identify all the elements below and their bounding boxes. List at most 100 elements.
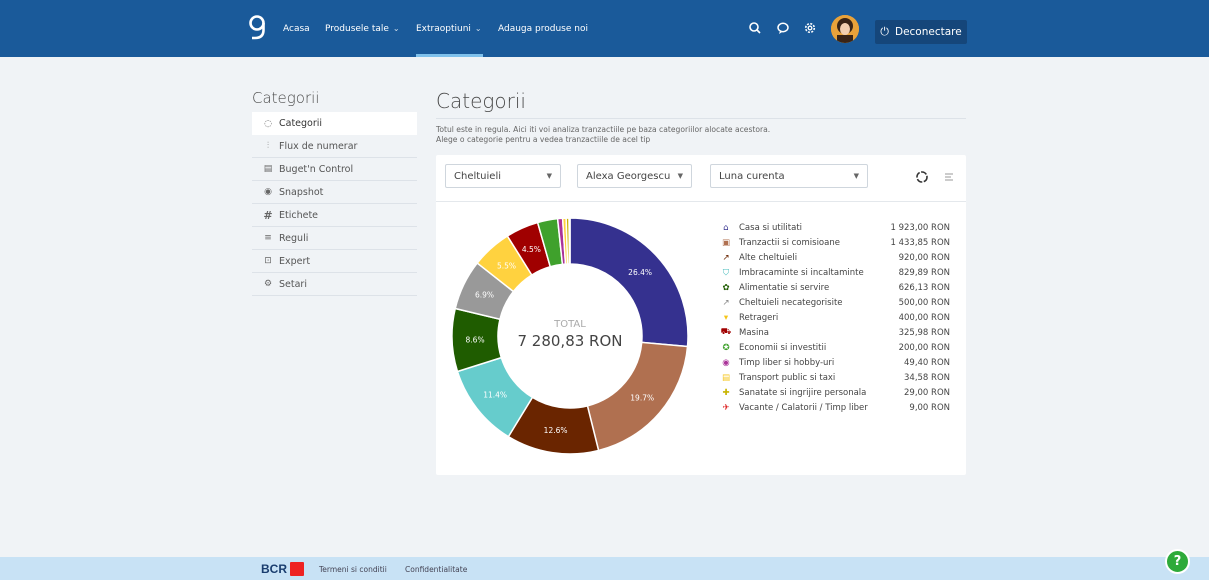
categories-donut-chart[interactable]: 26.4% 19.7% 12.6% 11.4% 8.6% 6.9% 5.5% 4.5% TOT… (450, 216, 690, 456)
list-icon: ≡ (264, 233, 272, 243)
description-line-2: Alege o categorie pentru a vedea tranzac… (436, 135, 651, 144)
donut-slice-label: 26.4% (628, 268, 652, 277)
legend-row[interactable]: ◉ Timp liber si hobby-uri 49,40 RON (720, 355, 950, 370)
donut-slice-12[interactable] (568, 217, 571, 265)
sidebar-item-categories[interactable]: ◌ Categorii (252, 112, 417, 135)
nav-home[interactable]: Acasa (283, 0, 310, 57)
expert-icon: ⊡ (264, 256, 272, 266)
footer: BCR Termeni si conditii Confidentialitat… (0, 557, 1209, 580)
description-line-1: Totul este in regula. Aici iti voi anali… (436, 125, 771, 134)
budget-icon: ▤ (263, 164, 273, 174)
legend-row[interactable]: ⛟ Masina 325,98 RON (720, 325, 950, 340)
sidebar-item-label: Setari (279, 278, 307, 290)
bcr-logo: BCR (261, 562, 304, 576)
legend-category-amount: 500,00 RON (898, 297, 950, 308)
health-icon: ✚ (722, 387, 730, 398)
legend-category-name: Cheltuieli necategorisite (739, 297, 843, 308)
legend-row[interactable]: ▣ Tranzactii si comisioane 1 433,85 RON (720, 235, 950, 250)
legend-category-amount: 829,89 RON (898, 267, 950, 278)
hashtag-icon: # (263, 208, 273, 222)
legend-category-name: Alte cheltuieli (739, 252, 798, 263)
sidebar-item-settings[interactable]: ⚙ Setari (252, 273, 417, 296)
bar-chart-icon: ⫶ (266, 141, 270, 151)
bus-icon: ▤ (721, 372, 731, 383)
top-navigation-bar: Acasa Produsele tale ⌄ Extraoptiuni ⌄ Adau… (0, 0, 1209, 57)
legend-category-amount: 626,13 RON (898, 282, 950, 293)
person-select[interactable]: Alexa Georgescu ▼ (577, 164, 692, 188)
list-view-icon[interactable] (942, 170, 956, 184)
legend-category-name: Transport public si taxi (739, 372, 836, 383)
legend-category-name: Sanatate si ingrijire personala (739, 387, 867, 398)
sidebar-item-tags[interactable]: # Etichete (252, 204, 417, 227)
sidebar-item-label: Etichete (279, 209, 319, 221)
legend-row[interactable]: ↗ Alte cheltuieli 920,00 RON (720, 250, 950, 265)
legend-category-name: Alimentatie si servire (739, 282, 830, 293)
sidebar-item-cashflow[interactable]: ⫶ Flux de numerar (252, 135, 417, 158)
legend-row[interactable]: ↗ Cheltuieli necategorisite 500,00 RON (720, 295, 950, 310)
savings-icon: ✪ (722, 342, 730, 353)
shirt-icon: ⛉ (722, 267, 730, 278)
sidebar-item-rules[interactable]: ≡ Reguli (252, 227, 417, 250)
nav-products[interactable]: Produsele tale ⌄ (325, 0, 400, 57)
legend-category-name: Economii si investitii (739, 342, 827, 353)
settings-gear-icon[interactable] (802, 20, 818, 36)
legend-row[interactable]: ▾ Retrageri 400,00 RON (720, 310, 950, 325)
title-divider (436, 118, 966, 119)
vacation-icon: ✈ (722, 402, 730, 413)
terms-link[interactable]: Termeni si conditii (319, 565, 387, 574)
legend-category-name: Casa si utilitati (739, 222, 803, 233)
chevron-down-icon: ⌄ (392, 24, 400, 33)
car-icon: ⛟ (720, 327, 732, 337)
help-button[interactable]: ? (1165, 549, 1190, 574)
search-icon[interactable] (747, 20, 763, 36)
legend-category-name: Retrageri (739, 312, 779, 323)
period-select[interactable]: Luna curenta ▼ (710, 164, 868, 188)
sidebar-menu: ◌ Categorii ⫶ Flux de numerar ▤ Buget'n Con… (252, 112, 417, 296)
eye-icon: ◉ (264, 187, 272, 197)
legend-row[interactable]: ▤ Transport public si taxi 34,58 RON (720, 370, 950, 385)
legend-category-amount: 200,00 RON (898, 342, 950, 353)
legend-category-amount: 920,00 RON (898, 252, 950, 263)
donut-view-icon[interactable] (915, 170, 929, 184)
legend-category-amount: 49,40 RON (904, 357, 950, 368)
donut-slice-0[interactable] (569, 217, 689, 348)
legend-row[interactable]: ✪ Economii si investitii 200,00 RON (720, 340, 950, 355)
hobby-icon: ◉ (722, 357, 730, 368)
type-select[interactable]: Cheltuieli ▼ (445, 164, 561, 188)
legend-row[interactable]: ⌂ Casa si utilitati 1 923,00 RON (720, 220, 950, 235)
legend-category-name: Vacante / Calatorii / Timp liber (739, 402, 868, 413)
legend-category-amount: 400,00 RON (898, 312, 950, 323)
legend-category-amount: 1 923,00 RON (890, 222, 950, 233)
sidebar-item-label: Reguli (279, 232, 309, 244)
bcr-emblem-icon (290, 562, 304, 576)
user-avatar[interactable] (831, 15, 859, 43)
nav-add-products[interactable]: Adauga produse noi (498, 0, 588, 57)
donut-slice-label: 6.9% (475, 291, 494, 300)
food-icon: ✿ (722, 282, 730, 293)
legend-row[interactable]: ✚ Sanatate si ingrijire personala 29,00 RO… (720, 385, 950, 400)
legend-row[interactable]: ✿ Alimentatie si servire 626,13 RON (720, 280, 950, 295)
logout-button[interactable]: ⏻ Deconectare (875, 20, 967, 44)
sidebar-item-expert[interactable]: ⊡ Expert (252, 250, 417, 273)
fee-icon: ▣ (721, 237, 731, 248)
legend-row[interactable]: ⛉ Imbracaminte si incaltaminte 829,89 RON (720, 265, 950, 280)
chat-icon[interactable] (775, 20, 791, 36)
legend-category-name: Tranzactii si comisioane (739, 237, 840, 248)
sidebar-item-label: Expert (279, 255, 311, 267)
sidebar-item-budget[interactable]: ▤ Buget'n Control (252, 158, 417, 181)
legend-category-name: Imbracaminte si incaltaminte (739, 267, 864, 278)
donut-slice-label: 4.5% (522, 245, 541, 254)
george-logo-icon[interactable] (246, 14, 268, 42)
legend-row[interactable]: ✈ Vacante / Calatorii / Timp liber 9,00 RO… (720, 400, 950, 415)
legend-category-name: Masina (739, 327, 769, 338)
nav-extraoptions[interactable]: Extraoptiuni ⌄ (416, 0, 482, 57)
category-legend: ⌂ Casa si utilitati 1 923,00 RON ▣ Tranzacti… (720, 220, 950, 415)
nav-active-indicator (416, 54, 483, 57)
person-select-value: Alexa Georgescu (586, 170, 671, 182)
donut-slice-label: 5.5% (497, 261, 516, 270)
privacy-link[interactable]: Confidentialitate (405, 565, 467, 574)
categories-card: Cheltuieli ▼ Alexa Georgescu ▼ Luna cure… (436, 155, 966, 475)
nav-extra-label: Extraoptiuni (416, 23, 471, 34)
sidebar-item-snapshot[interactable]: ◉ Snapshot (252, 181, 417, 204)
type-select-value: Cheltuieli (454, 170, 501, 182)
